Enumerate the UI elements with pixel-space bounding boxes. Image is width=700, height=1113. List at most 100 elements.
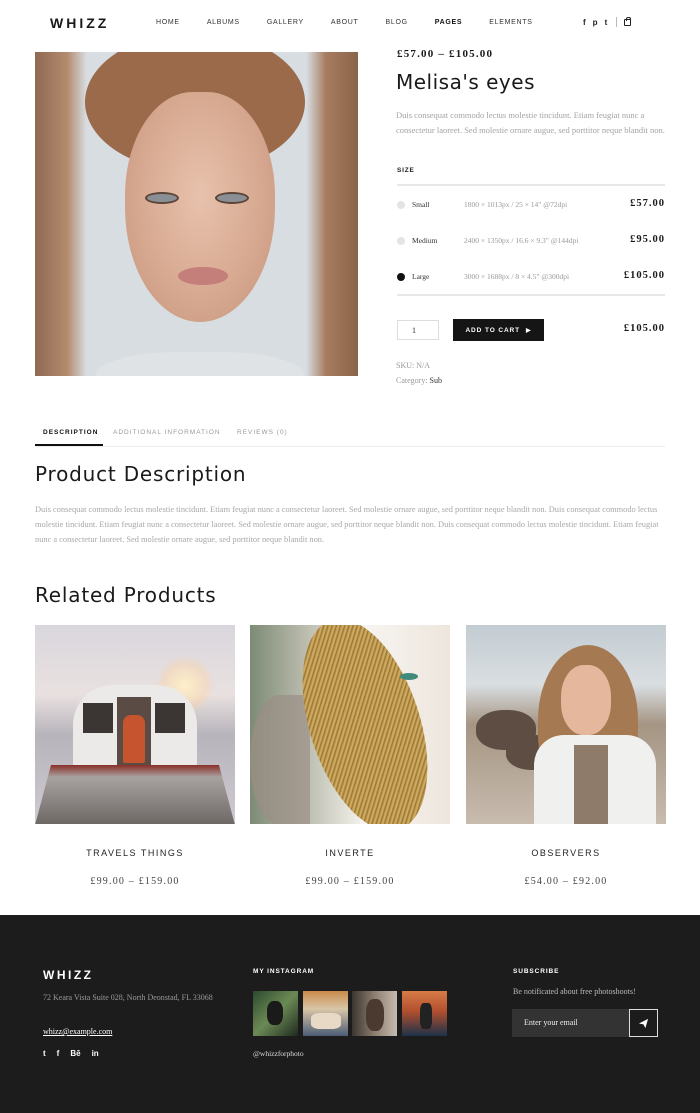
image-face — [125, 92, 275, 322]
linkedin-icon[interactable]: in — [92, 1049, 99, 1058]
image-eye-right — [215, 192, 249, 204]
related-product-image[interactable] — [250, 625, 450, 824]
size-option-small[interactable]: Small 1800 × 1013px / 25 × 14" @72dpi £5… — [397, 197, 665, 213]
add-to-cart-label: ADD TO CART — [465, 326, 521, 334]
thumb-figure — [366, 999, 384, 1031]
sku-value: N/A — [416, 361, 431, 370]
size-radio[interactable] — [397, 237, 405, 245]
footer-email-link[interactable]: whizz@example.com — [43, 1027, 112, 1036]
product-title: Melisa's eyes — [396, 70, 535, 94]
header-social: f p t — [583, 16, 632, 27]
thumb-figure — [311, 1013, 341, 1029]
facebook-icon[interactable]: f — [583, 18, 586, 27]
size-option-large[interactable]: Large 3000 × 1688px / 8 × 4.5" @300dpi £… — [397, 269, 665, 285]
instagram-thumbnail[interactable] — [253, 991, 298, 1036]
sku-label: SKU: — [396, 361, 415, 370]
related-product-name[interactable]: INVERTE — [250, 848, 450, 858]
twitter-icon[interactable]: t — [605, 18, 608, 27]
size-name: Small — [412, 200, 430, 209]
image-person — [123, 715, 145, 763]
behance-icon[interactable]: Bē — [70, 1049, 80, 1058]
size-name: Large — [412, 272, 430, 281]
size-dimensions: 2400 × 1350px / 16.6 × 9.3" @144dpi — [464, 236, 579, 245]
image-shirt — [574, 745, 608, 824]
instagram-thumbnail[interactable] — [352, 991, 397, 1036]
nav-item-blog[interactable]: BLOG — [386, 19, 408, 26]
description-title: Product Description — [35, 462, 247, 486]
size-radio[interactable] — [397, 201, 405, 209]
subscribe-button[interactable] — [629, 1009, 658, 1037]
pinterest-icon[interactable]: p — [593, 18, 598, 27]
footer-social: t f Bē in — [43, 1049, 110, 1058]
instagram-handle[interactable]: @whizzforphoto — [253, 1049, 304, 1058]
image-window — [155, 703, 185, 733]
footer-logo[interactable]: WHIZZ — [43, 968, 94, 982]
related-product-name[interactable]: TRAVELS THINGS — [35, 848, 235, 858]
nav-item-home[interactable]: HOME — [156, 19, 180, 26]
related-product-name[interactable]: OBSERVERS — [466, 848, 666, 858]
tab-reviews[interactable]: REVIEWS (0) — [237, 429, 288, 436]
description-text: Duis consequat commodo lectus molestie t… — [35, 505, 659, 544]
size-dimensions: 3000 × 1688px / 8 × 4.5" @300dpi — [464, 272, 570, 281]
image-eye — [400, 673, 418, 680]
product-short-description: Duis consequat commodo lectus molestie t… — [396, 110, 665, 135]
related-product-image[interactable] — [35, 625, 235, 824]
size-price: £95.00 — [630, 234, 665, 245]
size-price: £105.00 — [623, 270, 665, 281]
category-link[interactable]: Sub — [430, 376, 442, 385]
subscribe-email-input[interactable]: Enter your email — [512, 1009, 629, 1037]
facebook-icon[interactable]: f — [57, 1049, 60, 1058]
related-products-title: Related Products — [35, 583, 217, 607]
footer-address: 72 Keara Vista Suite 028, North Deonstad… — [43, 993, 213, 1002]
thumb-figure — [420, 1003, 432, 1029]
related-product-price: £54.00 – £92.00 — [524, 876, 608, 887]
related-product-price: £99.00 – £159.00 — [90, 876, 180, 887]
product-image[interactable] — [35, 52, 358, 376]
nav-item-about[interactable]: ABOUT — [331, 19, 359, 26]
image-shirt — [95, 352, 305, 376]
site-logo[interactable]: WHIZZ — [50, 15, 109, 31]
image-face — [561, 665, 611, 735]
image-eye-left — [145, 192, 179, 204]
related-product-card[interactable]: TRAVELS THINGS £99.00 – £159.00 — [35, 625, 235, 887]
size-price: £57.00 — [630, 198, 665, 209]
tab-description[interactable]: DESCRIPTION — [43, 429, 98, 436]
nav-item-pages[interactable]: PAGES — [435, 19, 463, 26]
size-label: SIZE — [397, 167, 415, 174]
thumb-figure — [267, 1001, 283, 1025]
size-name: Medium — [412, 236, 438, 245]
related-product-card[interactable]: OBSERVERS £54.00 – £92.00 — [466, 625, 666, 887]
site-header: WHIZZ HOME ALBUMS GALLERY ABOUT BLOG PAG… — [0, 0, 700, 46]
image-window — [83, 703, 113, 733]
image-ear — [250, 695, 310, 824]
divider — [397, 294, 665, 296]
nav-item-albums[interactable]: ALBUMS — [207, 19, 240, 26]
tab-additional-information[interactable]: ADDITIONAL INFORMATION — [113, 429, 221, 436]
twitter-icon[interactable]: t — [43, 1049, 46, 1058]
add-to-cart-button[interactable]: ADD TO CART ▶ — [453, 319, 544, 341]
shopping-bag-icon[interactable] — [624, 16, 632, 26]
category-row: Category: Sub — [396, 376, 442, 385]
category-label: Category: — [396, 376, 428, 385]
send-icon — [638, 1018, 649, 1028]
image-lips — [178, 267, 228, 285]
related-product-card[interactable]: INVERTE £99.00 – £159.00 — [250, 625, 450, 887]
nav-item-gallery[interactable]: GALLERY — [267, 19, 304, 26]
divider — [616, 17, 618, 27]
related-product-image[interactable] — [466, 625, 666, 824]
nav-item-elements[interactable]: ELEMENTS — [489, 19, 532, 26]
instagram-thumbnail[interactable] — [402, 991, 447, 1036]
size-radio[interactable] — [397, 273, 405, 281]
instagram-thumbnail[interactable] — [303, 991, 348, 1036]
subscribe-title: SUBSCRIBE — [513, 968, 560, 975]
active-tab-indicator — [35, 444, 103, 446]
image-deck — [35, 765, 235, 824]
sku-row: SKU: N/A — [396, 361, 430, 370]
quantity-input[interactable]: 1 — [397, 320, 439, 340]
product-tabs: DESCRIPTION ADDITIONAL INFORMATION REVIE… — [35, 424, 665, 447]
related-product-price: £99.00 – £159.00 — [305, 876, 395, 887]
cart-total-price: £105.00 — [623, 323, 665, 334]
size-option-medium[interactable]: Medium 2400 × 1350px / 16.6 × 9.3" @144d… — [397, 233, 665, 249]
instagram-title: MY INSTAGRAM — [253, 968, 315, 975]
product-price-range: £57.00 – £105.00 — [397, 48, 494, 60]
